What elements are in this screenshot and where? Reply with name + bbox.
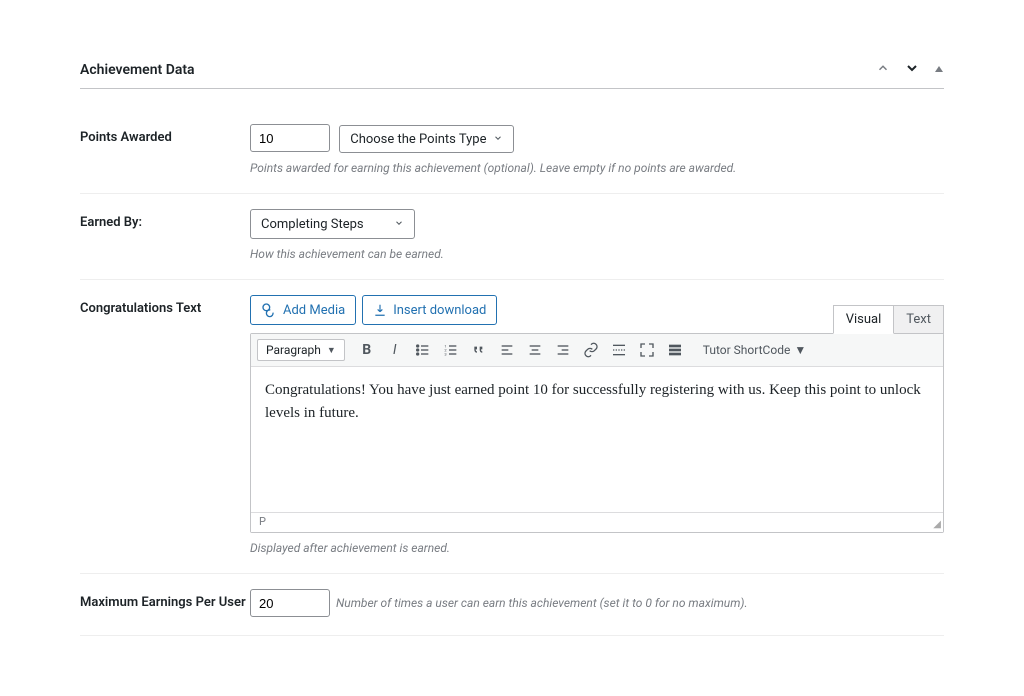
insert-download-button[interactable]: Insert download: [362, 295, 497, 325]
bold-icon[interactable]: B: [355, 338, 379, 362]
tutor-shortcode-label: Tutor ShortCode: [703, 343, 791, 357]
earned-by-selected: Completing Steps: [261, 217, 364, 232]
panel-move-up-icon[interactable]: [876, 61, 890, 79]
chevron-down-icon: [493, 133, 503, 146]
earned-by-description: How this achievement can be earned.: [250, 247, 944, 261]
earned-by-select[interactable]: Completing Steps: [250, 209, 415, 239]
editor-path: P ◢: [251, 512, 943, 532]
field-points-awarded: Points Awarded Choose the Points Type Po…: [80, 109, 944, 194]
congratulations-description: Displayed after achievement is earned.: [250, 541, 944, 555]
tab-visual[interactable]: Visual: [833, 305, 895, 334]
svg-text:3: 3: [444, 351, 446, 356]
triangle-down-icon: ▼: [794, 343, 806, 357]
panel-header: Achievement Data: [80, 60, 944, 89]
panel-title: Achievement Data: [80, 62, 195, 78]
editor-toolbar: Paragraph ▼ B I 123 Tutor ShortCode ▼: [251, 334, 943, 367]
earned-by-label: Earned By:: [80, 209, 250, 261]
field-congratulations: Congratulations Text Add Media Insert do…: [80, 280, 944, 574]
editor-tabs: Visual Text: [833, 305, 944, 334]
toolbar-toggle-icon[interactable]: [663, 338, 687, 362]
triangle-down-icon: ▼: [327, 345, 336, 356]
points-type-select[interactable]: Choose the Points Type: [339, 125, 513, 153]
blockquote-icon[interactable]: [467, 338, 491, 362]
format-select[interactable]: Paragraph ▼: [257, 339, 345, 361]
align-left-icon[interactable]: [495, 338, 519, 362]
download-icon: [373, 303, 387, 317]
align-center-icon[interactable]: [523, 338, 547, 362]
panel-move-down-icon[interactable]: [904, 60, 920, 80]
editor-path-text: P: [259, 515, 266, 528]
field-earned-by: Earned By: Completing Steps How this ach…: [80, 194, 944, 280]
bulleted-list-icon[interactable]: [411, 338, 435, 362]
max-earnings-input[interactable]: [250, 589, 330, 617]
add-media-label: Add Media: [283, 303, 345, 318]
italic-icon[interactable]: I: [383, 338, 407, 362]
resize-grip-icon[interactable]: ◢: [933, 519, 941, 530]
media-icon: [261, 302, 277, 318]
add-media-button[interactable]: Add Media: [250, 295, 356, 325]
link-icon[interactable]: [579, 338, 603, 362]
max-earnings-label: Maximum Earnings Per User: [80, 589, 250, 617]
insert-download-label: Insert download: [393, 303, 486, 318]
tab-text[interactable]: Text: [894, 305, 944, 334]
points-awarded-description: Points awarded for earning this achievem…: [250, 161, 944, 175]
fullscreen-icon[interactable]: [635, 338, 659, 362]
read-more-icon[interactable]: [607, 338, 631, 362]
numbered-list-icon[interactable]: 123: [439, 338, 463, 362]
max-earnings-description: Number of times a user can earn this ach…: [336, 596, 748, 610]
align-right-icon[interactable]: [551, 338, 575, 362]
format-select-label: Paragraph: [266, 343, 321, 357]
panel-controls: [876, 60, 944, 80]
points-type-select-label: Choose the Points Type: [350, 132, 486, 147]
chevron-down-icon: [394, 218, 404, 231]
panel-toggle-icon[interactable]: [934, 62, 944, 78]
points-awarded-input[interactable]: [250, 124, 330, 152]
editor-content[interactable]: Congratulations! You have just earned po…: [251, 367, 943, 512]
points-awarded-label: Points Awarded: [80, 124, 250, 175]
editor: Paragraph ▼ B I 123 Tutor ShortCode ▼: [250, 333, 944, 533]
field-max-earnings: Maximum Earnings Per User Number of time…: [80, 574, 944, 636]
tutor-shortcode-button[interactable]: Tutor ShortCode ▼: [697, 340, 812, 360]
congratulations-label: Congratulations Text: [80, 295, 250, 555]
